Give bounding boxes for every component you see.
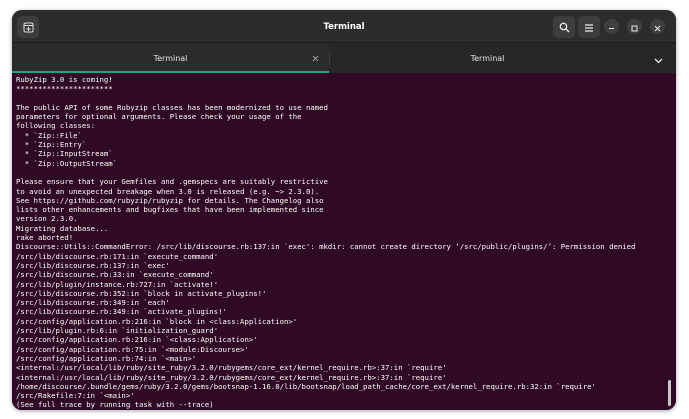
- hamburger-menu-icon: [584, 18, 594, 37]
- maximize-icon: [631, 17, 638, 36]
- title-bar: Terminal: [12, 10, 676, 43]
- tab-terminal-2[interactable]: Terminal: [329, 43, 646, 73]
- close-icon: [654, 17, 661, 36]
- terminal-window: Terminal Terminal Terminal RubyZip 3.0 i…: [12, 10, 676, 410]
- terminal-line: (See full trace by running task with --t…: [16, 400, 214, 410]
- search-button[interactable]: [553, 16, 575, 38]
- terminal-line: /src/config/application.rb:216:in `<clas…: [16, 335, 258, 345]
- tab-label: Terminal: [153, 53, 188, 63]
- new-tab-button[interactable]: [17, 16, 39, 38]
- terminal-line: to avoid an unexpected breakage when 3.0…: [16, 186, 320, 196]
- close-button[interactable]: [650, 19, 665, 34]
- terminal-line: /src/config/application.rb:216:in `block…: [16, 316, 298, 326]
- terminal-line: rake aborted!: [16, 233, 74, 243]
- terminal-line: parameters for optional arguments. Pleas…: [16, 112, 302, 122]
- terminal-line: /src/lib/discourse.rb:352:in `block in a…: [16, 288, 267, 298]
- search-icon: [559, 18, 570, 37]
- terminal-line: lists other enhancements and bugfixes th…: [16, 205, 324, 215]
- terminal-line: /src/lib/discourse.rb:137:in `exec': [16, 260, 170, 270]
- tab-bar: Terminal Terminal: [12, 43, 676, 73]
- terminal-line: * `Zip::InputStream`: [16, 149, 113, 159]
- tab-label: Terminal: [470, 53, 505, 63]
- terminal-line: See https://github.com/rubyzip/rubyzip f…: [16, 195, 324, 205]
- window-title: Terminal: [323, 21, 365, 32]
- terminal-line: following classes:: [16, 121, 96, 131]
- terminal-line: <internal:/usr/local/lib/ruby/site_ruby/…: [16, 372, 447, 382]
- terminal-line: /src/config/application.rb:74:in `<main>…: [16, 353, 197, 363]
- maximize-button[interactable]: [627, 19, 642, 34]
- terminal-line: /src/Rakefile:7:in `<main>': [16, 391, 135, 401]
- terminal-line: version 2.3.0.: [16, 214, 78, 224]
- terminal-line: * `Zip::OutputStream`: [16, 158, 118, 168]
- terminal-line: * `Zip::Entry`: [16, 140, 87, 150]
- minimize-button[interactable]: [604, 19, 619, 34]
- terminal-line: /src/lib/plugin.rb:6:in `initialization_…: [16, 326, 219, 336]
- minimize-icon: [608, 17, 615, 36]
- tab-terminal-1[interactable]: Terminal: [12, 43, 329, 73]
- terminal-line: /src/lib/discourse.rb:349:in `each': [16, 298, 170, 308]
- terminal-line: Discourse::Utils::CommandError: /src/lib…: [16, 242, 636, 252]
- tab-close-icon: [312, 55, 318, 61]
- scrollbar[interactable]: [668, 380, 671, 406]
- terminal-line: <internal:/usr/local/lib/ruby/site_ruby/…: [16, 363, 447, 373]
- new-tab-icon: [23, 18, 34, 37]
- terminal-line: /src/lib/discourse.rb:349:in `activate_p…: [16, 307, 227, 317]
- terminal-line: RubyZip 3.0 is coming!: [16, 75, 113, 84]
- terminal-line: /src/lib/plugin/instance.rb:727:in `acti…: [16, 279, 219, 289]
- terminal-line: Please ensure that your Gemfiles and .ge…: [16, 177, 328, 187]
- terminal-line: /home/discourse/.bundle/gems/ruby/3.2.0/…: [16, 381, 596, 391]
- terminal-line: Migrating database...: [16, 223, 109, 233]
- terminal-line: /src/lib/discourse.rb:171:in `execute_co…: [16, 251, 219, 261]
- chevron-down-icon: [654, 49, 663, 68]
- terminal-line: * `Zip::File`: [16, 130, 82, 140]
- menu-button[interactable]: [578, 16, 600, 38]
- terminal-line: /src/lib/discourse.rb:33:in `execute_com…: [16, 270, 214, 280]
- tab-list-dropdown[interactable]: [650, 50, 666, 66]
- terminal-line: The public API of some Rubyzip classes h…: [16, 102, 328, 112]
- terminal-line: /src/config/application.rb:75:in `<modul…: [16, 344, 249, 354]
- terminal-output[interactable]: RubyZip 3.0 is coming! ******************…: [12, 73, 676, 410]
- tab-close-button[interactable]: [309, 52, 321, 64]
- terminal-line: **********************: [16, 84, 113, 94]
